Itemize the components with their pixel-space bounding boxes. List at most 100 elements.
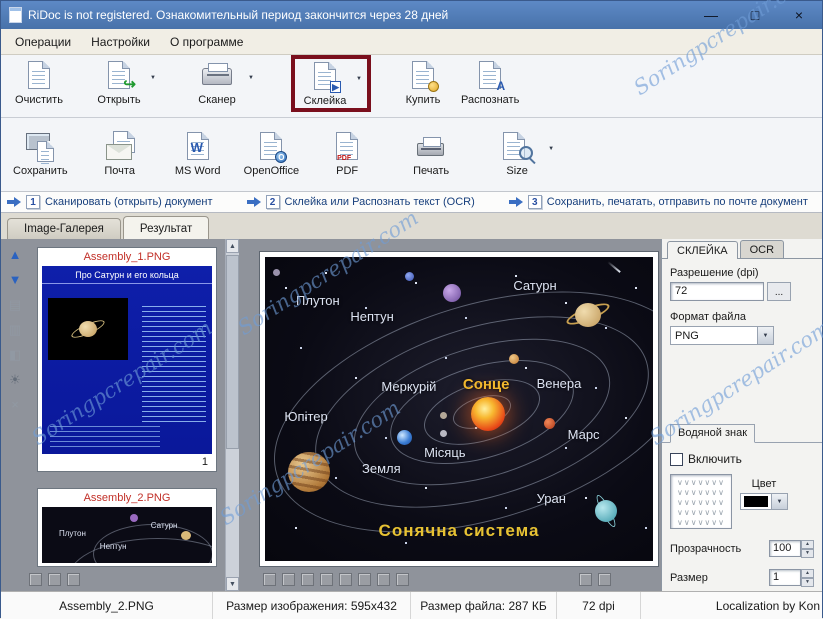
step-3: 3 Сохранить, печатать, отправить по почт… [509,195,808,209]
scanner-button[interactable]: Сканер [189,59,245,106]
label-saturn: Сатурн [513,278,556,293]
thumbnail-panel: Assembly_1.PNG Про Сатурн и его кольца 1… [29,239,225,591]
menu-operations[interactable]: Операции [5,31,81,53]
size-dropdown-arrow[interactable]: ▼ [545,146,557,152]
tab-ocr[interactable]: OCR [740,240,784,258]
transparency-value[interactable]: 100 [769,540,801,557]
scanner-icon [199,59,235,93]
solar-system-image: Плутон Нептун Сатурн Меркурій Сонце Вене… [265,257,653,561]
move-down-icon[interactable]: ▼ [6,272,24,288]
sun [471,397,505,431]
size-value[interactable]: 1 [769,569,801,586]
resolution-more-button[interactable]: ... [767,282,791,301]
pages-icon[interactable]: ▤ [6,297,24,313]
tab-image-gallery[interactable]: Image-Галерея [7,218,121,239]
toolbar-row-1: Очистить ↪ Открыть ▼ Сканер ▼ ▶ [1,55,822,117]
thumbnail-filename: Assembly_1.PNG [42,251,212,263]
step-2: 2 Склейка или Распознать текст (OCR) [247,195,475,209]
ocr-document-icon: A [472,59,508,93]
scroll-up-icon[interactable]: ▲ [226,239,239,253]
resolution-input[interactable]: 72 [670,282,764,301]
clear-button[interactable]: Очистить [11,59,67,106]
close-button[interactable]: × [784,4,814,26]
step-1-number: 1 [26,195,40,209]
open-dropdown-arrow[interactable]: ▼ [147,75,159,81]
buy-document-icon [405,59,441,93]
step-arrow-icon [247,197,261,207]
size-stepper[interactable]: 1 ▲ ▼ [769,569,814,587]
step-2-number: 2 [266,195,280,209]
filmstrip-chip[interactable] [377,573,390,586]
save-button[interactable]: Сохранить [11,130,70,177]
color-dropdown[interactable]: ▼ [740,493,788,510]
contrast-icon[interactable]: ◧ [6,347,24,363]
filmstrip-chip[interactable] [339,573,352,586]
columns-icon[interactable]: ▥ [6,322,24,338]
filmstrip-chip[interactable] [282,573,295,586]
step-2-text: Склейка или Распознать текст (OCR) [285,196,475,208]
tab-merge[interactable]: СКЛЕЙКА [667,241,738,259]
filmstrip-chip[interactable] [320,573,333,586]
toolbar-row-2: Сохранить Почта W MS Word O [1,117,822,191]
filmstrip-chip[interactable] [301,573,314,586]
label-venus: Венера [537,376,582,391]
msword-button[interactable]: W MS Word [170,130,226,177]
filmstrip-chip[interactable] [598,573,611,586]
filmstrip-chip[interactable] [48,573,61,586]
openoffice-letter-icon: O [275,151,287,163]
spin-down-icon[interactable]: ▼ [801,578,814,587]
maximize-button[interactable]: □ [740,4,770,26]
filmstrip-chip[interactable] [67,573,80,586]
mail-button[interactable]: Почта [92,130,148,177]
menu-about[interactable]: О программе [160,31,253,53]
watermark-tab[interactable]: Водяной знак [670,424,755,443]
move-up-icon[interactable]: ▲ [6,247,24,263]
minimize-button[interactable]: — [696,4,726,26]
merge-button[interactable]: ▶ Склейка [297,60,353,107]
comet [608,261,622,273]
msword-icon: W [180,130,216,164]
slide-text-lines [142,306,206,422]
spin-up-icon[interactable]: ▲ [801,540,814,549]
transparency-stepper[interactable]: 100 ▲ ▼ [769,540,814,558]
menu-bar: Операции Настройки О программе [1,29,822,55]
color-dropdown-arrow[interactable]: ▼ [771,494,787,509]
filmstrip-chip[interactable] [579,573,592,586]
brightness-icon[interactable]: ☀ [6,372,24,388]
format-dropdown-arrow[interactable]: ▼ [757,327,773,344]
enable-watermark-checkbox[interactable] [670,453,683,466]
thumbnail-assembly-1[interactable]: Assembly_1.PNG Про Сатурн и его кольца 1 [37,247,217,472]
color-swatch [744,496,768,507]
openoffice-button[interactable]: O OpenOffice [242,130,301,177]
open-button[interactable]: ↪ Открыть [91,59,147,106]
page-number: 1 [42,454,212,468]
scroll-down-icon[interactable]: ▼ [226,577,239,591]
buy-button[interactable]: Купить [395,59,451,106]
delete-icon[interactable]: × [6,397,24,413]
print-button[interactable]: Печать [403,130,459,177]
step-3-number: 3 [528,195,542,209]
filmstrip-chip[interactable] [358,573,371,586]
mini-label-neptune: Нептун [100,542,127,551]
filmstrip-chip[interactable] [29,573,42,586]
format-select[interactable]: PNG ▼ [670,326,774,345]
scrollbar-thumb[interactable] [226,255,239,449]
open-document-icon: ↪ [101,59,137,93]
scrollbar-track[interactable] [226,253,239,577]
tab-result[interactable]: Результат [123,216,209,239]
thumbnail-filename: Assembly_2.PNG [42,492,212,504]
spin-down-icon[interactable]: ▼ [801,549,814,558]
recognize-button[interactable]: A Распознать [459,59,521,106]
pdf-button[interactable]: PDF PDF [319,130,375,177]
thumbnail-scrollbar[interactable]: ▲ ▼ [225,239,239,591]
thumbnail-assembly-2[interactable]: Assembly_2.PNG Плутон Нептун Сатурн [37,488,217,567]
menu-settings[interactable]: Настройки [81,31,160,53]
filmstrip-chip[interactable] [396,573,409,586]
spin-up-icon[interactable]: ▲ [801,569,814,578]
merge-dropdown-arrow[interactable]: ▼ [353,76,365,82]
saturn-image [48,298,128,360]
filmstrip-chip[interactable] [263,573,276,586]
settings-body: Разрешение (dpi) 72 ... Формат файла PNG… [662,258,822,591]
scanner-dropdown-arrow[interactable]: ▼ [245,75,257,81]
size-button[interactable]: Size [489,130,545,177]
